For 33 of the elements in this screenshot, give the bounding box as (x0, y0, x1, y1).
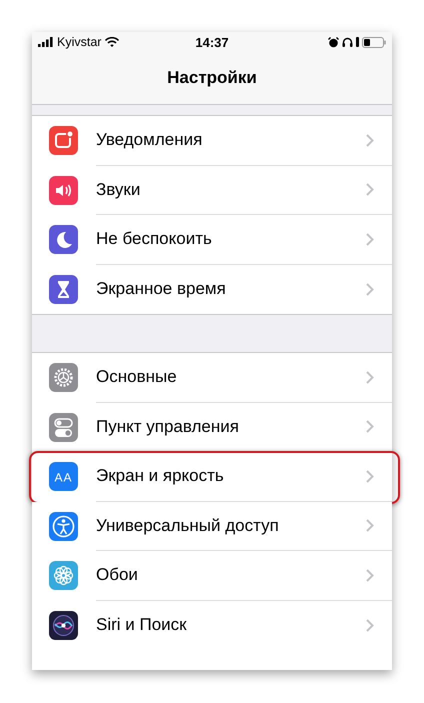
row-label: Пункт управления (96, 416, 240, 437)
row-label: Уведомления (96, 130, 204, 150)
chevron-icon (366, 232, 374, 246)
wifi-icon (105, 37, 120, 47)
battery-icon (362, 36, 386, 48)
screen-title: Настройки (167, 68, 257, 88)
signal-icon (38, 37, 53, 47)
settings-row[interactable]: Экранное время (32, 264, 392, 314)
chevron-icon (366, 519, 374, 532)
chevron-icon (366, 370, 374, 384)
carrier-name: Kyivstar (57, 35, 102, 49)
row-label: Siri и Поиск (96, 615, 188, 636)
row-label: Основные (96, 367, 178, 388)
lock-rotation-icon (356, 37, 359, 47)
row-label: Не беспокоить (96, 229, 213, 250)
chevron-icon (366, 183, 374, 196)
headphones-icon (342, 37, 353, 47)
alarm-clock-icon (328, 36, 339, 48)
row-label: Экран и яркость (96, 466, 225, 486)
row-label: Звуки (96, 180, 142, 200)
chevron-icon (366, 420, 374, 434)
chevron-icon (366, 134, 374, 147)
chevron-icon (366, 282, 374, 296)
settings-row[interactable]: Пункт управления (32, 402, 392, 452)
chevron-icon (366, 568, 374, 582)
row-label: Экранное время (96, 279, 227, 300)
display-icon: AA (49, 462, 78, 492)
chevron-icon (366, 470, 374, 483)
row-label: Универсальный доступ (96, 516, 280, 536)
clock-time: 14:37 (195, 34, 229, 50)
row-label: Обои (96, 565, 139, 586)
settings-row[interactable]: Siri и Поиск (32, 600, 392, 650)
chevron-icon (366, 618, 374, 632)
